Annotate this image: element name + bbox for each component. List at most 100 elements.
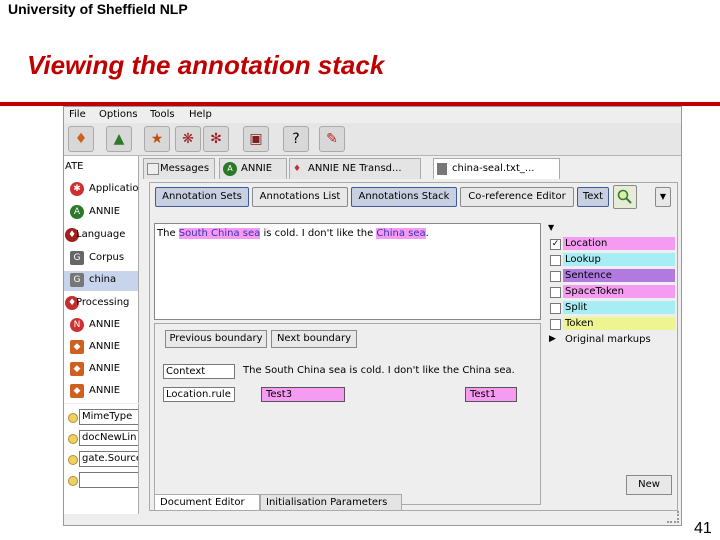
highlighted-annotation[interactable]: China sea	[376, 228, 426, 239]
tree-item-china[interactable]: G china	[64, 271, 138, 291]
tab-annie-ne-transducer[interactable]: ♦ ANNIE NE Transd...	[289, 158, 421, 179]
coreference-editor-button[interactable]: Co-reference Editor	[460, 187, 574, 207]
tree-item-annie-pr[interactable]: ◆ ANNIE	[64, 360, 138, 380]
annotation-type-label: Sentence	[563, 269, 675, 282]
feature-icon	[68, 476, 78, 486]
new-annotation-button[interactable]: New	[626, 475, 672, 495]
checkbox[interactable]	[550, 255, 561, 266]
tree-label: Application	[89, 183, 139, 194]
text-segment: The	[157, 228, 179, 239]
document-text[interactable]: The South China sea is cold. I don't lik…	[154, 223, 541, 320]
new-application-icon[interactable]: ♦	[68, 126, 94, 152]
annotations-list-button[interactable]: Annotations List	[252, 187, 348, 207]
tree-item-corpus[interactable]: G Corpus	[64, 249, 138, 269]
tab-label: ANNIE	[241, 163, 273, 174]
highlighted-annotation[interactable]: South China sea	[178, 228, 261, 239]
page-number: 41	[694, 520, 712, 537]
resize-grip[interactable]	[667, 511, 679, 523]
annotation-type-row[interactable]: SpaceToken	[546, 285, 676, 300]
gear-icon[interactable]: ✻	[203, 126, 229, 152]
tree-item-annie-ne[interactable]: N ANNIE	[64, 316, 138, 336]
annotation-type-row[interactable]: ✓ Location	[546, 237, 676, 252]
tab-messages[interactable]: Messages	[143, 158, 215, 179]
bottom-tabs: Document Editor Initialisation Parameter…	[154, 494, 454, 511]
checkbox[interactable]	[550, 319, 561, 330]
tree-label: Language	[76, 229, 126, 240]
tree-item-annie-pr[interactable]: ◆ ANNIE	[64, 338, 138, 358]
tree-item-annie[interactable]: A ANNIE	[64, 203, 138, 223]
menu-help[interactable]: Help	[189, 109, 212, 120]
feature-name-field[interactable]: docNewLin	[79, 430, 138, 446]
annotations-stack-button[interactable]: Annotations Stack	[351, 187, 457, 207]
annotation-sets-panel: ▼ ✓ Location Lookup Sentence SpaceToken …	[546, 223, 676, 345]
annotation-type-row[interactable]: Lookup	[546, 253, 676, 268]
annotation-type-label: SpaceToken	[563, 285, 675, 298]
document-editor: Annotation Sets Annotations List Annotat…	[149, 182, 678, 511]
annotation-box[interactable]: Test3	[261, 387, 345, 402]
tree-item-gate[interactable]: ATE	[64, 158, 138, 178]
original-markups-row[interactable]: ▶ Original markups	[546, 334, 676, 349]
annotation-type-label: Token	[563, 317, 675, 330]
document-icon: G	[70, 273, 84, 287]
tab-initialisation-parameters[interactable]: Initialisation Parameters	[260, 494, 402, 511]
checkbox[interactable]	[550, 287, 561, 298]
tab-label: ANNIE NE Transd...	[308, 163, 402, 174]
menu-file[interactable]: File	[69, 109, 86, 120]
feature-row: docNewLin	[64, 428, 138, 448]
datastore-icon[interactable]: ▣	[243, 126, 269, 152]
pr-icon: ◆	[70, 362, 84, 376]
edit-icon[interactable]: ✎	[319, 126, 345, 152]
document-tabs: Messages A ANNIE ♦ ANNIE NE Transd... ch…	[143, 156, 681, 180]
document-icon	[437, 163, 447, 175]
annotation-type-row[interactable]: Split	[546, 301, 676, 316]
feature-name-field[interactable]: MimeType	[79, 409, 138, 425]
tree-label: ANNIE	[89, 206, 121, 217]
document-text-line: The South China sea is cold. I don't lik…	[157, 228, 429, 239]
annie-icon[interactable]: ▲	[106, 126, 132, 152]
tree-label: china	[89, 274, 117, 285]
previous-boundary-button[interactable]: Previous boundary	[165, 330, 267, 348]
feature-name-field[interactable]: gate.Source	[79, 451, 138, 467]
tree-label: ANNIE	[89, 319, 121, 330]
feature-row: gate.Source	[64, 449, 138, 469]
checkbox[interactable]	[550, 303, 561, 314]
slide-header: University of Sheffield NLP	[8, 1, 188, 17]
annotation-type-row[interactable]: Sentence	[546, 269, 676, 284]
slide-title: Viewing the annotation stack	[27, 50, 385, 80]
search-icon[interactable]	[613, 185, 637, 209]
annotation-type-label: Location	[563, 237, 675, 250]
annotation-type-row[interactable]: Token	[546, 317, 676, 332]
tree-item-processing[interactable]: ♦ Processing	[64, 294, 138, 314]
tree-label: ANNIE	[89, 385, 121, 396]
tab-label: Messages	[160, 163, 210, 174]
view-menu-chevron-icon[interactable]: ▼	[655, 187, 671, 207]
ne-icon: ♦	[293, 164, 302, 174]
tab-annie[interactable]: A ANNIE	[219, 158, 287, 179]
corpus-icon: G	[70, 251, 84, 265]
tree-item-language[interactable]: ♦ Language	[64, 226, 138, 246]
stack-row-label[interactable]: Location.rule	[163, 387, 235, 402]
feature-icon	[68, 434, 78, 444]
text-button[interactable]: Text	[577, 187, 609, 207]
expand-arrow-icon[interactable]: ▶	[549, 334, 556, 344]
tree-item-application[interactable]: ✱ Application	[64, 180, 138, 200]
tree-item-annie-pr[interactable]: ◆ ANNIE	[64, 382, 138, 402]
load-resource-icon[interactable]: ★	[144, 126, 170, 152]
feature-name-field[interactable]	[79, 472, 138, 488]
tab-document-editor[interactable]: Document Editor	[154, 494, 260, 511]
toolbar: ♦ ▲ ★ ❋ ✻ ▣ ? ✎	[64, 123, 681, 156]
menu-tools[interactable]: Tools	[150, 109, 175, 120]
help-icon[interactable]: ?	[283, 126, 309, 152]
plugin-icon[interactable]: ❋	[175, 126, 201, 152]
tree-label: ATE	[65, 161, 84, 172]
checkbox[interactable]: ✓	[550, 239, 561, 250]
annotation-stack-panel: Previous boundary Next boundary Context …	[154, 323, 541, 505]
annotation-box[interactable]: Test1	[465, 387, 517, 402]
menu-options[interactable]: Options	[99, 109, 138, 120]
checkbox[interactable]	[550, 271, 561, 282]
tab-china-seal[interactable]: china-seal.txt_...	[433, 158, 560, 179]
annotation-sets-button[interactable]: Annotation Sets	[155, 187, 249, 207]
feature-icon	[68, 455, 78, 465]
next-boundary-button[interactable]: Next boundary	[271, 330, 357, 348]
expand-arrow-icon[interactable]: ▼	[548, 223, 554, 232]
